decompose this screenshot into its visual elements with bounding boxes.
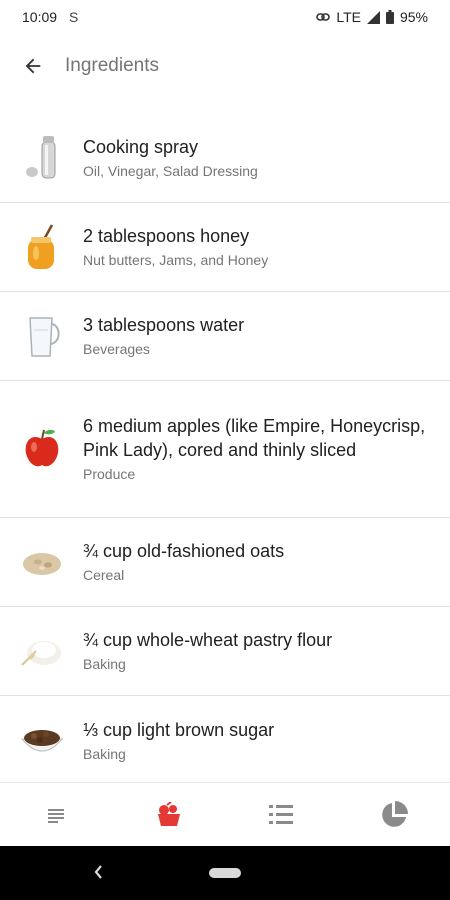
ingredient-row[interactable]: ¾ cup old-fashioned oats Cereal <box>0 518 450 607</box>
ingredient-name: ⅓ cup light brown sugar <box>83 719 275 740</box>
arrow-back-icon <box>25 58 41 74</box>
ingredients-basket-icon <box>157 802 180 826</box>
ingredient-row[interactable]: 6 medium apples (like Empire, Honeycrisp… <box>0 381 450 518</box>
ingredient-category: Baking <box>83 656 126 672</box>
ingredient-category: Cereal <box>83 567 125 583</box>
ingredient-row[interactable]: ⅓ cup light brown sugar Baking <box>0 696 450 782</box>
ingredient-row[interactable]: Cooking spray Oil, Vinegar, Salad Dressi… <box>0 114 450 203</box>
ingredient-text: ¾ cup whole-wheat pastry flour Baking <box>83 628 356 674</box>
system-back-icon[interactable] <box>92 863 104 881</box>
ingredient-row[interactable]: 2 tablespoons honey Nut butters, Jams, a… <box>0 203 450 292</box>
numbered-list-icon <box>269 805 294 824</box>
brown-sugar-icon <box>18 717 66 765</box>
ingredients-tab[interactable] <box>113 783 226 847</box>
status-bar: 10:09 S LTE 95% <box>0 0 450 34</box>
ingredient-text: 2 tablespoons honey Nut butters, Jams, a… <box>83 224 292 270</box>
ingredient-row[interactable]: 3 tablespoons water Beverages <box>0 292 450 381</box>
ingredient-text: ¾ cup old-fashioned oats Cereal <box>83 539 308 585</box>
page-title: Ingredients <box>65 55 160 76</box>
ingredient-name: Cooking spray <box>83 137 199 157</box>
status-right: LTE 95% <box>316 9 428 25</box>
nutrition-tab[interactable] <box>338 783 450 847</box>
app-bar: Ingredients <box>0 34 450 98</box>
back-button[interactable] <box>13 46 53 86</box>
cooking-spray-icon <box>18 134 66 182</box>
battery-icon <box>385 10 394 24</box>
ingredient-name: 3 tablespoons water <box>83 315 245 335</box>
notes-icon <box>48 809 65 823</box>
ingredient-category: Oil, Vinegar, Salad Dressing <box>83 163 258 179</box>
notification-s-icon: S <box>69 9 79 25</box>
status-time: 10:09 <box>22 9 58 25</box>
ingredients-list: Cooking spray Oil, Vinegar, Salad Dressi… <box>0 114 450 782</box>
ingredient-name: 2 tablespoons honey <box>83 226 250 246</box>
ingredient-text: 6 medium apples (like Empire, Honeycrisp… <box>83 414 450 484</box>
ingredient-row[interactable]: ¾ cup whole-wheat pastry flour Baking <box>0 607 450 696</box>
ingredient-text: 3 tablespoons water Beverages <box>83 313 268 359</box>
link-icon <box>316 13 331 21</box>
flour-icon <box>18 627 66 675</box>
description-tab[interactable] <box>0 783 113 847</box>
ingredient-category: Beverages <box>83 341 150 357</box>
ingredient-text: Cooking spray Oil, Vinegar, Salad Dressi… <box>83 135 282 181</box>
system-nav-bar <box>0 846 450 900</box>
apple-icon <box>18 425 66 473</box>
ingredient-text: ⅓ cup light brown sugar Baking <box>83 718 298 764</box>
directions-tab[interactable] <box>225 783 338 847</box>
water-pitcher-icon <box>18 312 66 360</box>
ingredient-name: ¾ cup old-fashioned oats <box>83 541 285 561</box>
ingredient-name: 6 medium apples (like Empire, Honeycrisp… <box>83 416 426 460</box>
signal-icon <box>366 10 380 24</box>
honey-jar-icon <box>18 223 66 271</box>
pie-chart-icon <box>381 801 408 827</box>
network-type: LTE <box>336 9 361 25</box>
ingredient-category: Nut butters, Jams, and Honey <box>83 252 269 268</box>
ingredient-category: Baking <box>83 745 126 762</box>
system-home-pill[interactable] <box>209 868 241 878</box>
bottom-nav <box>0 782 450 847</box>
battery-percent: 95% <box>399 9 428 25</box>
oats-icon <box>18 538 66 586</box>
ingredient-category: Produce <box>83 466 136 482</box>
status-left: 10:09 S <box>22 9 78 25</box>
ingredient-name: ¾ cup whole-wheat pastry flour <box>83 630 333 650</box>
